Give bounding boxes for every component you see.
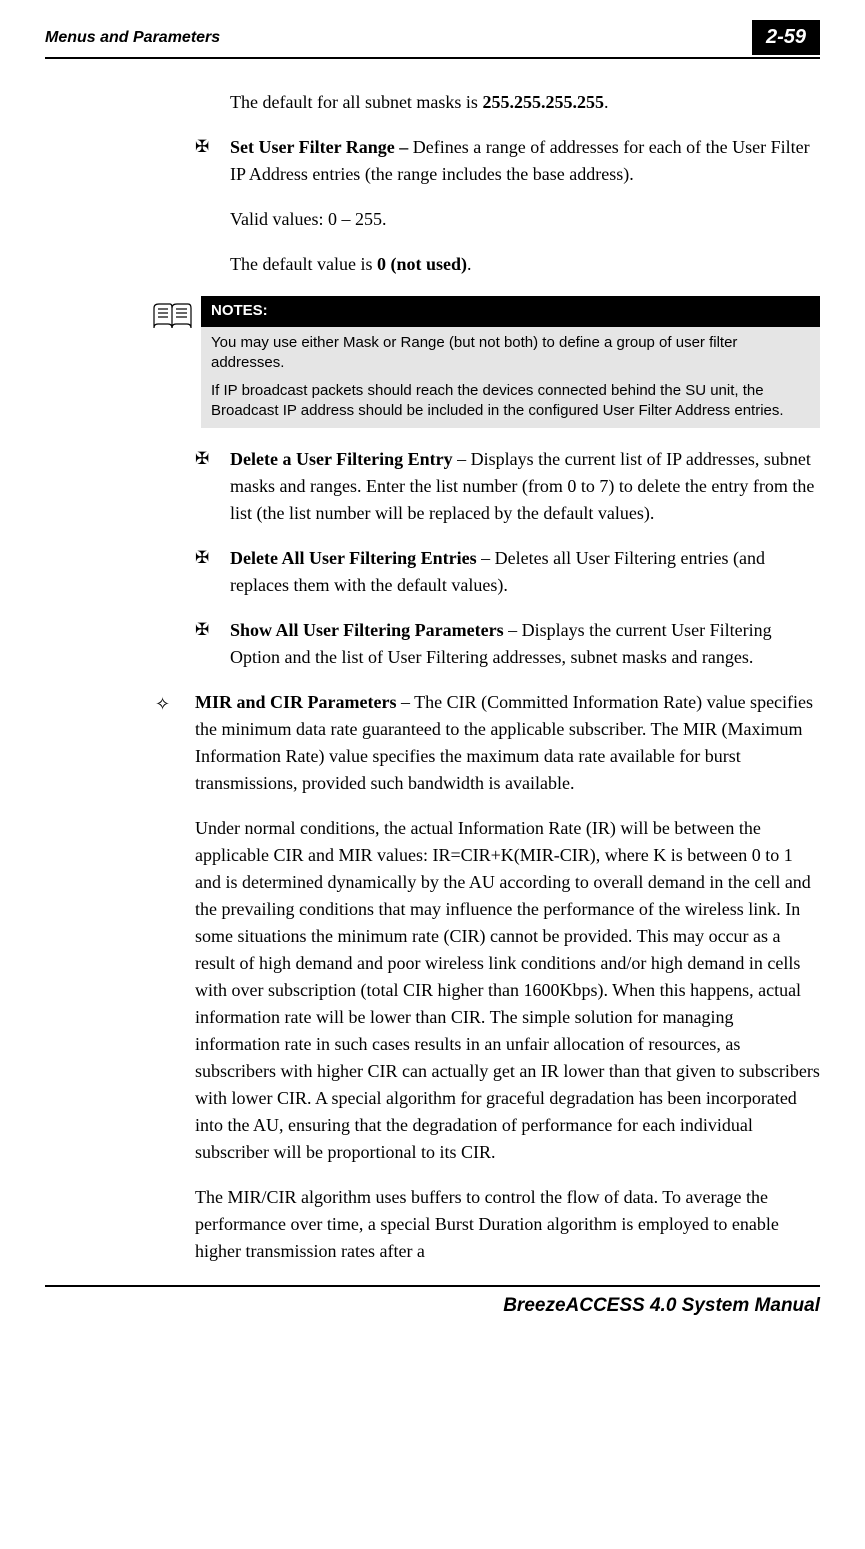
text: . [467,254,472,274]
page-content: The default for all subnet masks is 255.… [45,89,820,1265]
bullet-title: Set User Filter Range – [230,137,413,157]
paragraph-valid-values: Valid values: 0 – 255. [230,206,820,233]
notes-callout: NOTES: You may use either Mask or Range … [150,296,820,428]
text: The default value is [230,254,377,274]
footer-manual-name: BreezeACCESS 4.0 System Manual [503,1295,820,1316]
page-header: Menus and Parameters 2-59 [45,20,820,59]
text: . [604,92,609,112]
maltese-cross-icon: ✠ [195,134,209,160]
bullet-title: Delete a User Filtering Entry [230,449,453,469]
note-book-icon [150,300,195,343]
bullet-set-user-filter-range: ✠ Set User Filter Range – Defines a rang… [195,134,820,278]
paragraph-default-value: The default value is 0 (not used). [230,251,820,278]
maltese-cross-icon: ✠ [195,545,209,571]
bullet-delete-user-filtering-entry: ✠ Delete a User Filtering Entry – Displa… [195,446,820,527]
notes-paragraph-2: If IP broadcast packets should reach the… [211,381,810,422]
bullet-delete-all-user-filtering-entries: ✠ Delete All User Filtering Entries – De… [195,545,820,599]
text-bold: 255.255.255.255 [482,92,604,112]
notes-paragraph-1: You may use either Mask or Range (but no… [211,333,810,374]
diamond-star-icon: ✧ [155,691,170,718]
maltese-cross-icon: ✠ [195,446,209,472]
bullet-show-all-user-filtering-parameters: ✠ Show All User Filtering Parameters – D… [195,617,820,671]
text: The default for all subnet masks is [230,92,482,112]
bullet-title: Delete All User Filtering Entries [230,548,477,568]
bullet-title: MIR and CIR Parameters [195,692,396,712]
header-section-title: Menus and Parameters [45,29,220,47]
page-footer: BreezeACCESS 4.0 System Manual [45,1285,820,1317]
header-page-number: 2-59 [752,20,820,55]
paragraph-mir-cir-2: Under normal conditions, the actual Info… [195,815,820,1166]
bullet-title: Show All User Filtering Parameters [230,620,504,640]
paragraph-mir-cir-3: The MIR/CIR algorithm uses buffers to co… [195,1184,820,1265]
paragraph-default-subnet: The default for all subnet masks is 255.… [230,89,820,116]
text-bold: 0 (not used) [377,254,467,274]
notes-body: You may use either Mask or Range (but no… [201,327,820,428]
bullet-mir-cir-parameters: ✧ MIR and CIR Parameters – The CIR (Comm… [155,689,820,1265]
maltese-cross-icon: ✠ [195,617,209,643]
notes-header: NOTES: [201,296,820,327]
